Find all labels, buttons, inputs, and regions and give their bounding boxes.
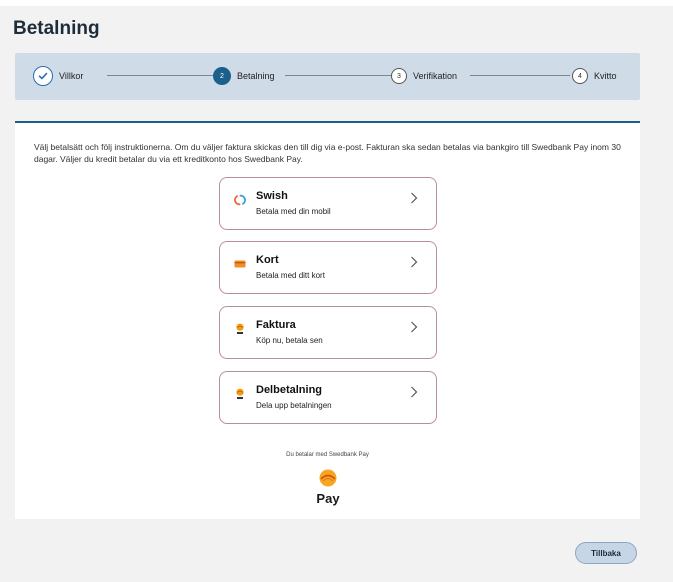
payment-method-card: Välj betalsätt och följ instruktionerna.… — [15, 121, 640, 519]
option-title: Faktura — [256, 319, 296, 331]
step-betalning: 2 Betalning — [213, 65, 275, 87]
step-label: Kvitto — [594, 71, 617, 81]
back-button[interactable]: Tillbaka — [575, 542, 637, 564]
chevron-right-icon — [411, 386, 418, 398]
option-subtitle: Betala med ditt kort — [256, 271, 325, 280]
step-label: Verifikation — [413, 71, 458, 81]
top-strip — [0, 0, 673, 6]
step-connector — [285, 75, 391, 76]
intro-text: Välj betalsätt och följ instruktionerna.… — [34, 142, 621, 164]
step-number: 2 — [213, 67, 231, 85]
option-title: Swish — [256, 190, 288, 202]
chevron-right-icon — [411, 192, 418, 204]
step-connector — [107, 75, 215, 76]
swedbank-pay-logo: Pay — [315, 469, 341, 506]
check-circle-icon — [33, 66, 53, 86]
step-connector — [470, 75, 570, 76]
swedbank-pay-icon — [236, 323, 244, 334]
payment-option-delbetalning[interactable]: Delbetalning Dela upp betalningen — [219, 371, 437, 424]
payment-option-kort[interactable]: Kort Betala med ditt kort — [219, 241, 437, 294]
step-number: 3 — [391, 68, 407, 84]
progress-stepper: Villkor 2 Betalning 3 Verifikation 4 Kvi… — [15, 53, 640, 100]
step-villkor[interactable]: Villkor — [33, 65, 83, 87]
swedbank-pay-note: Du betalar med Swedbank Pay — [286, 452, 369, 458]
swish-icon — [234, 194, 246, 206]
payment-option-faktura[interactable]: Faktura Köp nu, betala sen — [219, 306, 437, 359]
option-subtitle: Köp nu, betala sen — [256, 336, 323, 345]
option-title: Kort — [256, 254, 279, 266]
option-subtitle: Betala med din mobil — [256, 207, 331, 216]
page-title: Betalning — [13, 18, 100, 39]
option-subtitle: Dela upp betalningen — [256, 401, 332, 410]
payment-option-swish[interactable]: Swish Betala med din mobil — [219, 177, 437, 230]
step-verifikation: 3 Verifikation — [391, 65, 457, 87]
step-number: 4 — [572, 68, 588, 84]
option-title: Delbetalning — [256, 384, 323, 396]
pay-logo-word: Pay — [316, 491, 340, 506]
step-label: Villkor — [59, 71, 84, 81]
step-label: Betalning — [237, 71, 275, 81]
chevron-right-icon — [411, 321, 418, 333]
card-icon — [234, 260, 246, 268]
chevron-right-icon — [411, 256, 418, 268]
step-kvitto: 4 Kvitto — [572, 65, 617, 87]
swedbank-oak-icon — [319, 469, 337, 487]
swedbank-pay-icon — [236, 388, 244, 399]
